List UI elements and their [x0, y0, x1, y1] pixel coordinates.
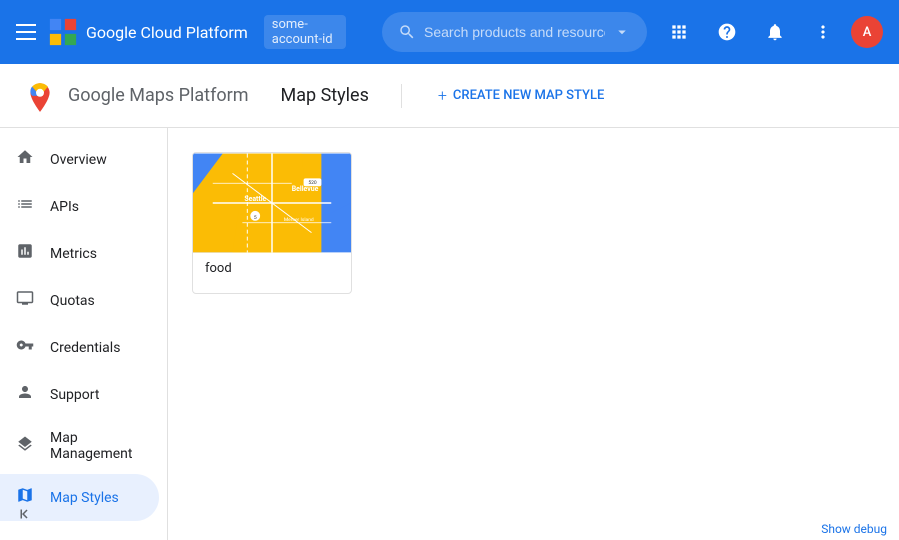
sidebar-item-overview[interactable]: Overview — [0, 136, 159, 183]
apps-button[interactable] — [659, 12, 699, 52]
map-style-label: food — [193, 253, 351, 293]
help-button[interactable] — [707, 12, 747, 52]
home-icon — [16, 148, 34, 171]
debug-bar[interactable]: Show debug — [809, 518, 899, 540]
subheader: Google Maps Platform Map Styles + CREATE… — [0, 64, 899, 128]
person-icon — [16, 383, 34, 406]
notifications-button[interactable] — [755, 12, 795, 52]
sidebar-item-label: Metrics — [50, 246, 97, 262]
maps-logo — [24, 80, 56, 112]
sidebar-item-metrics[interactable]: Metrics — [0, 230, 159, 277]
sidebar-item-apis[interactable]: APIs — [0, 183, 159, 230]
create-label: CREATE NEW MAP STYLE — [453, 88, 604, 103]
avatar[interactable]: A — [851, 16, 883, 48]
layers-icon — [16, 435, 34, 458]
topbar: Google Cloud Platform some-account-id A — [0, 0, 899, 64]
sidebar-item-label: Quotas — [50, 293, 95, 309]
topbar-title: Google Cloud Platform — [86, 23, 248, 42]
map-thumbnail: Seattle Bellevue Mercer Island 5 520 — [193, 153, 351, 253]
svg-text:520: 520 — [308, 180, 317, 186]
sidebar-item-credentials[interactable]: Credentials — [0, 324, 159, 371]
menu-button[interactable] — [16, 24, 36, 40]
dropdown-icon — [613, 23, 631, 41]
debug-label: Show debug — [821, 522, 887, 536]
bar-chart-icon — [16, 242, 34, 265]
sidebar-item-label: Map Management — [50, 430, 143, 462]
topbar-account[interactable]: some-account-id — [264, 15, 346, 49]
svg-text:Seattle: Seattle — [244, 195, 266, 203]
subheader-page: Map Styles — [280, 85, 368, 106]
search-icon — [398, 23, 416, 41]
plus-icon: + — [438, 86, 447, 105]
sidebar-item-label: Map Styles — [50, 490, 119, 506]
list-icon — [16, 195, 34, 218]
topbar-right: A — [659, 12, 883, 52]
seattle-map-svg: Seattle Bellevue Mercer Island 5 520 — [193, 153, 351, 253]
search-input[interactable] — [424, 24, 605, 40]
sidebar: Overview APIs Metrics Quotas Credentials — [0, 128, 168, 540]
sidebar-collapse-button[interactable] — [16, 505, 34, 528]
sidebar-item-label: Overview — [50, 152, 107, 168]
search-bar — [382, 12, 647, 52]
sidebar-item-quotas[interactable]: Quotas — [0, 277, 159, 324]
subheader-product: Google Maps Platform — [68, 85, 248, 106]
svg-text:Bellevue: Bellevue — [292, 185, 319, 193]
main-layout: Overview APIs Metrics Quotas Credentials — [0, 128, 899, 540]
subheader-divider — [401, 84, 402, 108]
map-style-card[interactable]: Seattle Bellevue Mercer Island 5 520 foo… — [192, 152, 352, 294]
sidebar-item-label: Support — [50, 387, 99, 403]
cloud-icon — [48, 17, 78, 47]
main-content: Seattle Bellevue Mercer Island 5 520 foo… — [168, 128, 899, 540]
sidebar-item-support[interactable]: Support — [0, 371, 159, 418]
sidebar-item-label: APIs — [50, 199, 79, 215]
topbar-logo: Google Cloud Platform — [48, 17, 248, 47]
vpn-key-icon — [16, 336, 34, 359]
monitor-icon — [16, 289, 34, 312]
sidebar-item-label: Credentials — [50, 340, 120, 356]
create-map-style-button[interactable]: + CREATE NEW MAP STYLE — [426, 80, 616, 111]
svg-text:5: 5 — [254, 215, 257, 221]
sidebar-item-map-management[interactable]: Map Management — [0, 418, 159, 474]
more-button[interactable] — [803, 12, 843, 52]
svg-text:Mercer Island: Mercer Island — [284, 217, 314, 223]
